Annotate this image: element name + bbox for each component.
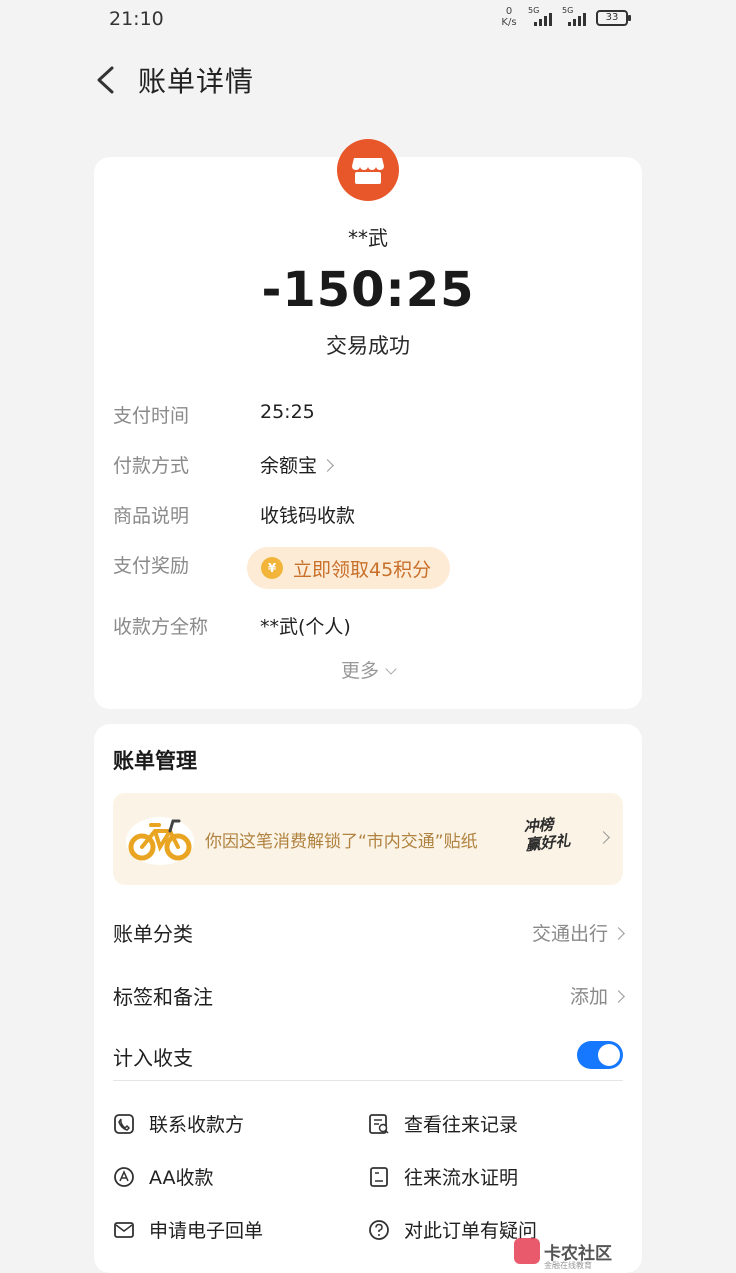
transaction-amount: -150:25	[261, 262, 475, 318]
goods-value: 收钱码收款	[260, 505, 356, 527]
signal-icon-2: 5G	[562, 6, 588, 28]
chevron-right-icon	[321, 459, 334, 472]
signal-icon: 5G	[528, 6, 554, 28]
reward-label: 支付奖励	[113, 555, 190, 577]
pay-method-value: 余额宝	[260, 455, 318, 477]
view-records-label: 查看往来记录	[404, 1114, 519, 1136]
order-question-button[interactable]: 对此订单有疑问	[368, 1216, 537, 1243]
contact-payee-button[interactable]: 联系收款方	[113, 1110, 244, 1137]
more-label: 更多	[340, 660, 379, 682]
category-label: 账单分类	[113, 922, 193, 946]
divider	[113, 1080, 623, 1081]
payee-label: 收款方全称	[113, 616, 209, 638]
aa-collect-label: AA收款	[149, 1167, 214, 1189]
merchant-name: **武	[348, 226, 388, 250]
chevron-down-icon	[385, 663, 397, 675]
claim-points-button[interactable]: ¥ 立即领取45积分	[247, 547, 450, 589]
claim-points-label: 立即领取45积分	[293, 558, 432, 581]
watermark-subtext: 金融在线教育	[544, 1261, 592, 1270]
aa-collect-button[interactable]: AA收款	[113, 1163, 214, 1190]
category-select[interactable]: 交通出行	[531, 919, 625, 946]
coin-icon: ¥	[261, 557, 283, 579]
shop-icon	[352, 158, 384, 184]
pay-time-label: 支付时间	[113, 405, 190, 427]
contact-payee-label: 联系收款方	[149, 1114, 245, 1136]
chevron-right-icon	[612, 990, 625, 1003]
statement-proof-button[interactable]: 往来流水证明	[368, 1163, 518, 1190]
e-receipt-label: 申请电子回单	[149, 1220, 264, 1242]
campaign-badge: 冲榜 赢好礼	[523, 812, 590, 866]
chevron-right-icon	[612, 927, 625, 940]
section-title: 账单管理	[113, 749, 197, 773]
network-speed-unit: K/s	[501, 17, 517, 28]
chevron-left-icon	[97, 66, 114, 94]
add-tags-button[interactable]: 添加	[569, 982, 625, 1009]
status-icons: 0 K/s 5G 5G 33	[498, 6, 631, 28]
network-speed: 0 K/s	[498, 6, 520, 28]
pay-method-label: 付款方式	[113, 455, 190, 477]
header: 账单详情	[0, 50, 736, 110]
status-time: 21:10	[109, 8, 164, 30]
pay-time-value: 25:25	[260, 401, 315, 423]
statement-icon	[368, 1166, 390, 1188]
sticker-banner-text: 你因这笔消费解锁了“市内交通”贴纸	[205, 832, 478, 852]
payee-value: **武(个人)	[260, 616, 351, 638]
pay-method-link[interactable]: 余额宝	[260, 451, 334, 478]
page-title: 账单详情	[138, 65, 255, 98]
goods-label: 商品说明	[113, 505, 190, 527]
phone-icon	[113, 1113, 135, 1135]
include-label: 计入收支	[113, 1046, 193, 1070]
view-records-button[interactable]: 查看往来记录	[368, 1110, 518, 1137]
statement-proof-label: 往来流水证明	[404, 1167, 519, 1189]
include-in-accounts-toggle[interactable]	[577, 1041, 623, 1069]
watermark: 卡农社区 金融在线教育	[514, 1238, 612, 1270]
e-receipt-button[interactable]: 申请电子回单	[113, 1216, 263, 1243]
records-search-icon	[368, 1113, 390, 1135]
tags-value: 添加	[569, 986, 608, 1008]
merchant-avatar	[337, 139, 399, 201]
mail-icon	[113, 1219, 135, 1241]
bicycle-icon	[126, 817, 194, 865]
transaction-status: 交易成功	[326, 334, 410, 358]
tags-label: 标签和备注	[113, 985, 213, 1009]
network-speed-value: 0	[505, 6, 513, 17]
category-value: 交通出行	[531, 923, 608, 945]
aa-icon	[113, 1166, 135, 1188]
more-button[interactable]: 更多	[0, 656, 736, 683]
question-icon	[368, 1219, 390, 1241]
back-button[interactable]	[92, 60, 122, 100]
watermark-logo-icon	[514, 1238, 540, 1264]
battery-icon: 33	[596, 10, 631, 26]
sticker-banner[interactable]: 你因这笔消费解锁了“市内交通”贴纸 冲榜 赢好礼	[113, 793, 623, 885]
chevron-right-icon	[597, 831, 610, 844]
status-bar: 21:10 0 K/s 5G 5G 33	[0, 0, 736, 40]
